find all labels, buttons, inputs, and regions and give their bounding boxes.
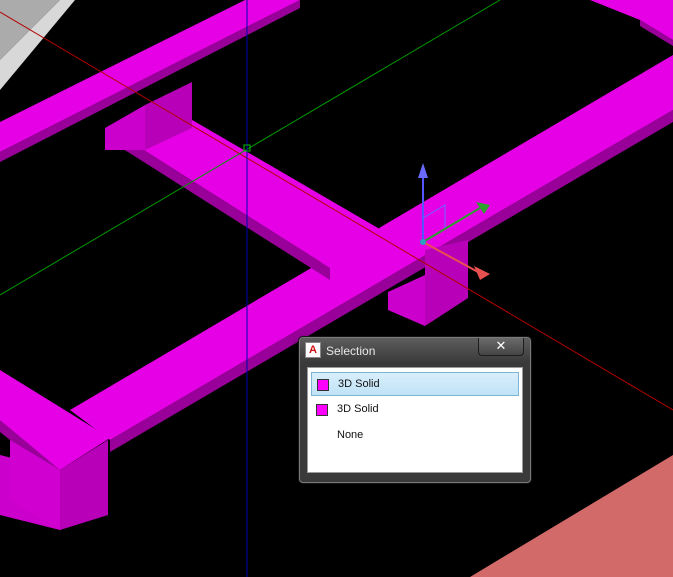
list-item[interactable]: 3D Solid xyxy=(311,372,519,396)
dialog-title: Selection xyxy=(326,344,376,358)
right-beam[interactable] xyxy=(590,0,673,46)
magenta-swatch-icon xyxy=(317,379,329,391)
magenta-swatch-icon xyxy=(316,404,328,416)
list-item-label: 3D Solid xyxy=(338,378,380,390)
list-item[interactable]: None xyxy=(311,424,517,446)
selection-dialog: A Selection ✕ 3D Solid 3D Solid None xyxy=(299,337,531,483)
autocad-app-icon: A xyxy=(305,342,321,358)
list-item-label: 3D Solid xyxy=(337,403,379,415)
selection-list[interactable]: 3D Solid 3D Solid None xyxy=(307,367,523,473)
list-item-label: None xyxy=(337,429,364,441)
list-item[interactable]: 3D Solid xyxy=(311,398,517,420)
close-button[interactable]: ✕ xyxy=(478,338,524,356)
3d-viewport[interactable] xyxy=(0,0,673,577)
grey-slab[interactable] xyxy=(0,0,75,90)
